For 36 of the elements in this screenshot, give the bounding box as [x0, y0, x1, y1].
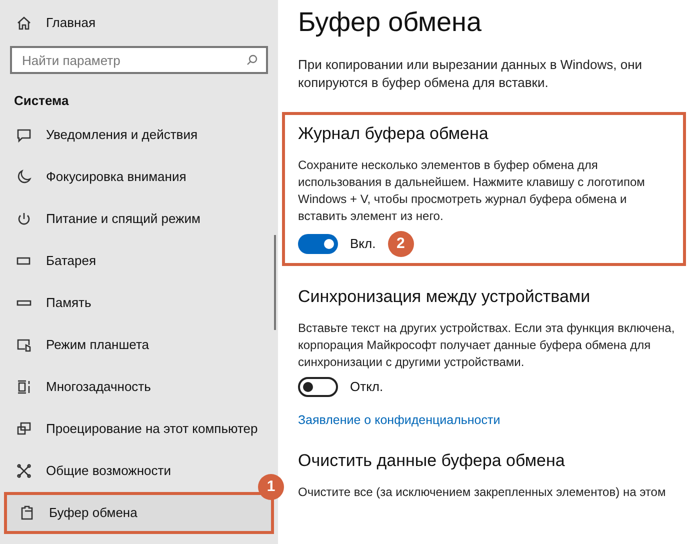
chat-icon — [16, 127, 32, 143]
section-title: Журнал буфера обмена — [298, 123, 490, 145]
clipboard-icon — [19, 505, 35, 521]
sidebar-item[interactable]: Уведомления и действия — [10, 114, 268, 156]
privacy-link[interactable]: Заявление о конфиденциальности — [298, 411, 690, 430]
section-text: Сохраните несколько элементов в буфер обмена для использования в дальнейшем. Нажмите клавишу с логотипом Windows + V, чтобы просмотреть журнал буфера обмена и вставить элемент из него. — [298, 157, 646, 225]
page-title: Буфер обмена — [298, 6, 482, 39]
sidebar-item[interactable]: Память — [10, 282, 268, 324]
moon-icon — [16, 169, 32, 185]
sidebar-item[interactable]: Фокусировка внимания — [10, 156, 268, 198]
multitask-icon — [16, 379, 32, 395]
section-heading: Система — [14, 92, 69, 110]
tablet-icon — [16, 337, 32, 353]
section-text: Очистите все (за исключением закрепленных элементов) на этом — [298, 484, 667, 501]
toggle-switch[interactable] — [298, 234, 338, 254]
sidebar-item[interactable]: Буфер обмена — [4, 492, 274, 534]
toggle-switch[interactable] — [298, 377, 338, 397]
power-icon — [16, 211, 32, 227]
sidebar-item[interactable]: Проецирование на этот компьютер — [10, 408, 268, 450]
home-icon — [16, 15, 32, 31]
sidebar-item[interactable]: Питание и спящий режим — [10, 198, 268, 240]
section-text: Вставьте текст на других устройствах. Если эта функция включена, корпорация Майкрософт получает данные буфера обмена для синхронизации с другими устройствами. — [298, 320, 676, 371]
monitor-icon — [16, 421, 32, 437]
section-title: Синхронизация между устройствами — [298, 286, 592, 308]
sidebar-item[interactable]: Многозадачность — [10, 366, 268, 408]
intro-text: При копировании или вырезании данных в Windows, они копируются в буфер обмена для вставки. — [298, 56, 644, 92]
section-title: Очистить данные буфера обмена — [298, 450, 566, 472]
toggle-label: Вкл. — [350, 235, 376, 254]
toggle-label: Откл. — [350, 378, 384, 396]
home-link[interactable]: Главная — [46, 13, 96, 33]
callout-badge: 2 — [388, 231, 414, 257]
search-icon — [246, 54, 258, 66]
search-field[interactable]: Найти параметр — [10, 46, 268, 74]
cross-arrows-icon — [16, 463, 32, 479]
sidebar-item[interactable]: Батарея — [10, 240, 268, 282]
sidebar-item[interactable]: Режим планшета — [10, 324, 268, 366]
